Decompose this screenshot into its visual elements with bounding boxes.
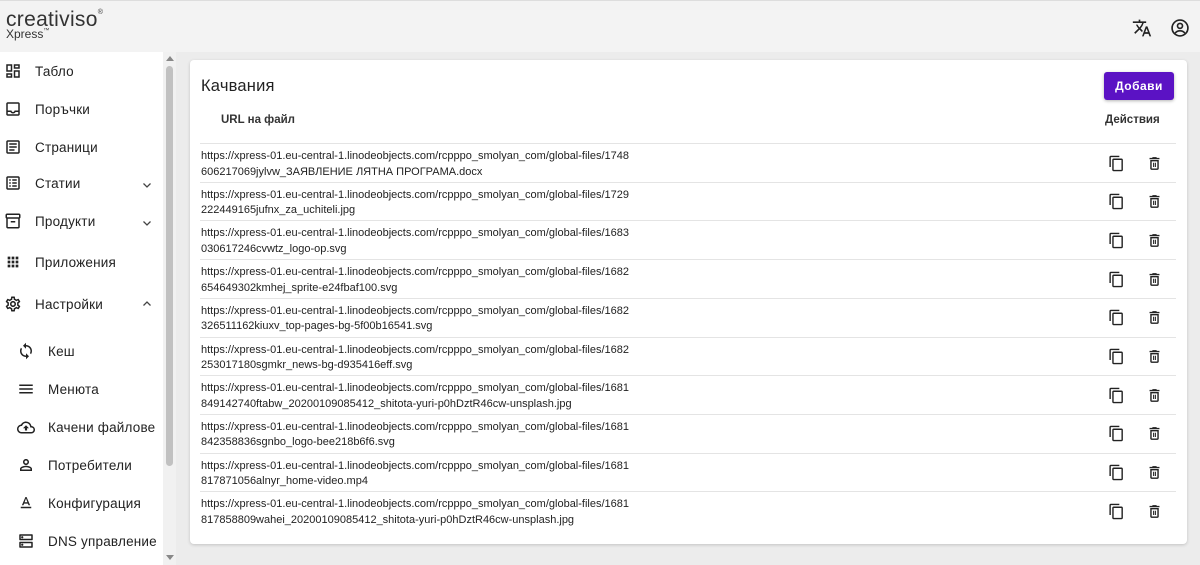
sidebar-item-label: Менюта (48, 381, 99, 397)
scrollbar-thumb[interactable] (166, 66, 173, 466)
sidebar-item-label: Потребители (48, 457, 132, 473)
copy-icon[interactable] (1107, 270, 1125, 288)
table-row: https://xpress-01.eu-central-1.linodeobj… (200, 259, 1176, 298)
sidebar-item-label: DNS управление (48, 533, 157, 549)
article-icon (4, 138, 22, 156)
sidebar-item-label: Кеш (48, 343, 75, 359)
copy-icon[interactable] (1107, 309, 1125, 327)
table-row: https://xpress-01.eu-central-1.linodeobj… (200, 336, 1176, 376)
apps-icon (4, 253, 22, 271)
file-url: https://xpress-01.eu-central-1.linodeobj… (201, 382, 630, 410)
copy-icon[interactable] (1107, 193, 1125, 211)
copy-icon[interactable] (1107, 502, 1125, 520)
delete-icon[interactable] (1145, 348, 1163, 366)
archive-icon (4, 212, 22, 230)
table-row: https://xpress-01.eu-central-1.linodeobj… (200, 452, 1176, 492)
sidebar-subitem-cache[interactable]: Кеш (0, 336, 163, 366)
menu-icon (17, 380, 35, 398)
sidebar-item-label: Качени файлове (48, 419, 156, 435)
table-row: https://xpress-01.eu-central-1.linodeobj… (200, 413, 1176, 453)
sidebar-item-label: Табло (35, 63, 74, 79)
sidebar-subitem-configuration[interactable]: Конфигурация (0, 488, 163, 518)
file-url: https://xpress-01.eu-central-1.linodeobj… (201, 266, 630, 294)
uploads-card: Качвания Добави URL на файл Действия htt… (190, 60, 1187, 544)
sidebar-item-label: Страници (35, 139, 98, 155)
table-row: https://xpress-01.eu-central-1.linodeobj… (200, 491, 1176, 530)
chevron-down-icon (140, 216, 154, 230)
sidebar-subitem-uploaded-files[interactable]: Качени файлове (0, 412, 163, 442)
sidebar-item-label: Статии (35, 175, 81, 191)
table-row: https://xpress-01.eu-central-1.linodeobj… (200, 375, 1176, 414)
add-button[interactable]: Добави (1104, 72, 1174, 100)
logo-registered-mark: ® (97, 9, 104, 16)
delete-icon[interactable] (1145, 502, 1163, 520)
sidebar-item-settings[interactable]: Настройки (0, 289, 163, 319)
file-url: https://xpress-01.eu-central-1.linodeobj… (201, 150, 630, 178)
column-header-url: URL на файл (221, 114, 295, 126)
sidebar-item-label: Настройки (35, 296, 103, 312)
cloud-upload-icon (17, 418, 35, 436)
copy-icon[interactable] (1107, 425, 1125, 443)
settings-icon (4, 295, 22, 313)
sidebar-item-applications[interactable]: Приложения (0, 247, 163, 277)
table-row: https://xpress-01.eu-central-1.linodeobj… (200, 220, 1176, 259)
file-url: https://xpress-01.eu-central-1.linodeobj… (201, 343, 630, 372)
copy-icon[interactable] (1107, 464, 1125, 482)
sidebar-scrollbar[interactable] (163, 52, 176, 565)
copy-icon[interactable] (1107, 154, 1125, 172)
page-title: Качвания (201, 77, 275, 95)
delete-icon[interactable] (1145, 464, 1163, 482)
sidebar: Табло Поръчки Страници Статии Продукти П… (0, 52, 176, 565)
file-url: https://xpress-01.eu-central-1.linodeobj… (201, 227, 630, 255)
sidebar-item-products[interactable]: Продукти (0, 206, 163, 236)
sidebar-item-label: Поръчки (35, 101, 91, 117)
sync-icon (17, 342, 35, 360)
table-row: https://xpress-01.eu-central-1.linodeobj… (200, 181, 1176, 221)
dns-icon (17, 532, 35, 550)
sidebar-item-label: Конфигурация (48, 495, 141, 511)
column-header-actions: Действия (1105, 114, 1160, 126)
sidebar-subitem-users[interactable]: Потребители (0, 450, 163, 480)
delete-icon[interactable] (1145, 425, 1163, 443)
table-row: https://xpress-01.eu-central-1.linodeobj… (200, 297, 1176, 337)
list-icon (4, 174, 22, 192)
sidebar-item-orders[interactable]: Поръчки (0, 94, 163, 124)
logo-subtitle: Xpress (6, 27, 44, 41)
logo[interactable]: creativiso® Xpress™ (6, 9, 104, 40)
text-format-icon (17, 494, 35, 512)
sidebar-subitem-menus[interactable]: Менюта (0, 374, 163, 404)
file-url: https://xpress-01.eu-central-1.linodeobj… (201, 498, 630, 526)
delete-icon[interactable] (1145, 193, 1163, 211)
delete-icon[interactable] (1145, 309, 1163, 327)
sidebar-item-pages[interactable]: Страници (0, 132, 163, 162)
dashboard-icon (4, 62, 22, 80)
chevron-down-icon (140, 178, 154, 192)
delete-icon[interactable] (1145, 386, 1163, 404)
sidebar-subitem-dns[interactable]: DNS управление (0, 526, 163, 556)
copy-icon[interactable] (1107, 348, 1125, 366)
sidebar-item-articles[interactable]: Статии (0, 168, 163, 198)
sidebar-item-label: Приложения (35, 254, 116, 270)
inbox-icon (4, 100, 22, 118)
delete-icon[interactable] (1145, 154, 1163, 172)
file-url: https://xpress-01.eu-central-1.linodeobj… (201, 188, 630, 217)
sidebar-item-label: Продукти (35, 213, 96, 229)
file-url: https://xpress-01.eu-central-1.linodeobj… (201, 304, 630, 333)
copy-icon[interactable] (1107, 386, 1125, 404)
account-circle-icon[interactable] (1169, 17, 1191, 39)
translate-icon[interactable] (1131, 17, 1153, 39)
logo-trademark: ™ (43, 28, 50, 34)
file-url: https://xpress-01.eu-central-1.linodeobj… (201, 420, 630, 449)
table-row: https://xpress-01.eu-central-1.linodeobj… (200, 143, 1176, 182)
chevron-up-icon (140, 297, 154, 311)
scroll-down-arrow-icon[interactable] (166, 555, 174, 560)
delete-icon[interactable] (1145, 231, 1163, 249)
copy-icon[interactable] (1107, 231, 1125, 249)
scroll-up-arrow-icon[interactable] (166, 56, 174, 61)
delete-icon[interactable] (1145, 270, 1163, 288)
top-bar: creativiso® Xpress™ (0, 0, 1200, 52)
person-icon (17, 456, 35, 474)
sidebar-item-dashboard[interactable]: Табло (0, 56, 163, 86)
file-url: https://xpress-01.eu-central-1.linodeobj… (201, 459, 630, 488)
